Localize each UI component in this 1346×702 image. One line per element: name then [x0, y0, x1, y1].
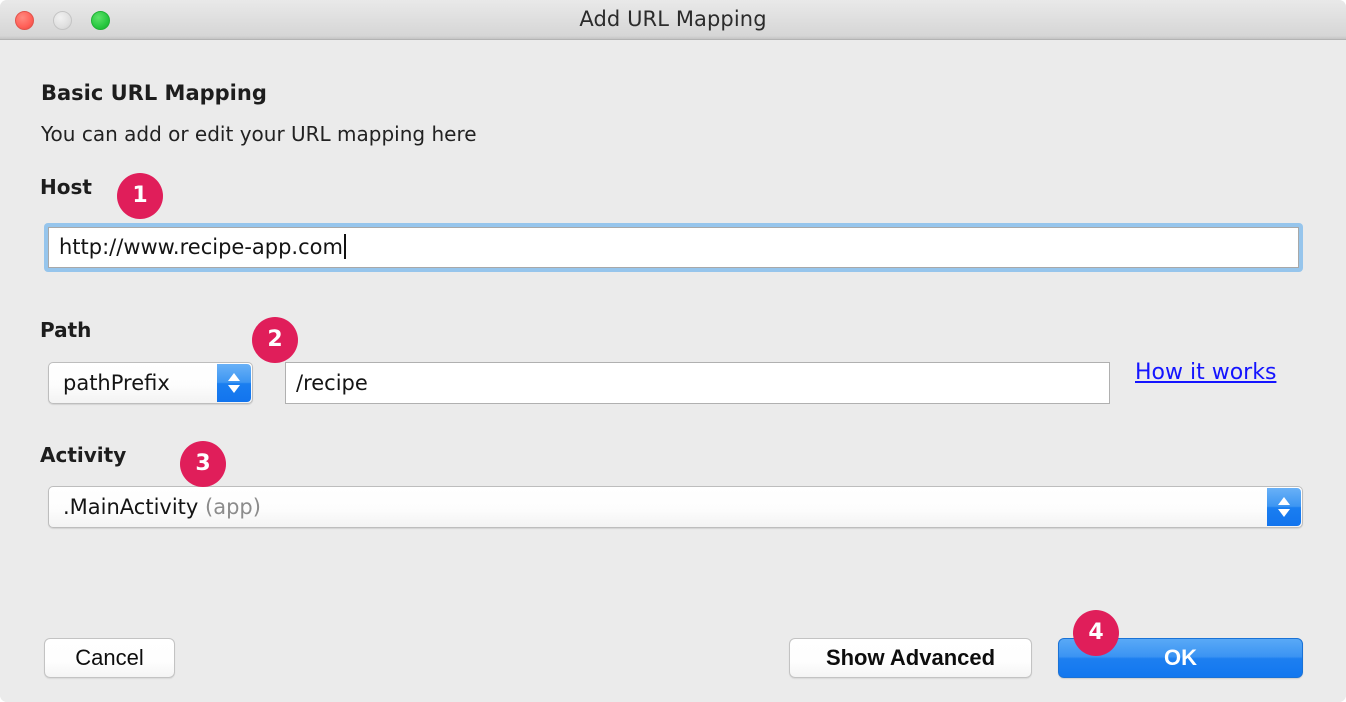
annotation-badge-3: 3	[180, 441, 226, 487]
path-value-input[interactable]: /recipe	[285, 362, 1110, 404]
cancel-button[interactable]: Cancel	[44, 638, 175, 678]
section-heading: Basic URL Mapping	[41, 81, 267, 105]
path-type-select-value: pathPrefix	[63, 363, 170, 403]
activity-select-main: .MainActivity	[63, 495, 198, 519]
activity-select-value: .MainActivity (app)	[63, 487, 261, 527]
dialog-body: Basic URL Mapping You can add or edit yo…	[0, 40, 1346, 702]
path-type-select[interactable]: pathPrefix	[48, 362, 253, 404]
annotation-badge-1: 1	[117, 173, 163, 219]
host-input[interactable]: http://www.recipe-app.com	[48, 227, 1299, 268]
text-caret	[344, 234, 346, 259]
host-label: Host	[40, 175, 92, 199]
annotation-badge-4: 4	[1073, 610, 1119, 656]
path-label: Path	[40, 318, 91, 342]
host-input-value: http://www.recipe-app.com	[59, 235, 343, 259]
section-subheading: You can add or edit your URL mapping her…	[41, 122, 477, 146]
annotation-badge-2: 2	[252, 317, 298, 363]
show-advanced-button[interactable]: Show Advanced	[789, 638, 1032, 678]
dialog-window: Add URL Mapping Basic URL Mapping You ca…	[0, 0, 1346, 702]
activity-select-suffix: (app)	[198, 495, 261, 519]
stepper-arrows-icon[interactable]	[217, 364, 251, 402]
window-title: Add URL Mapping	[0, 0, 1346, 39]
title-bar: Add URL Mapping	[0, 0, 1346, 40]
activity-label: Activity	[40, 443, 126, 467]
stepper-arrows-icon[interactable]	[1267, 488, 1301, 526]
activity-select[interactable]: .MainActivity (app)	[48, 486, 1303, 528]
how-it-works-link[interactable]: How it works	[1135, 360, 1276, 385]
